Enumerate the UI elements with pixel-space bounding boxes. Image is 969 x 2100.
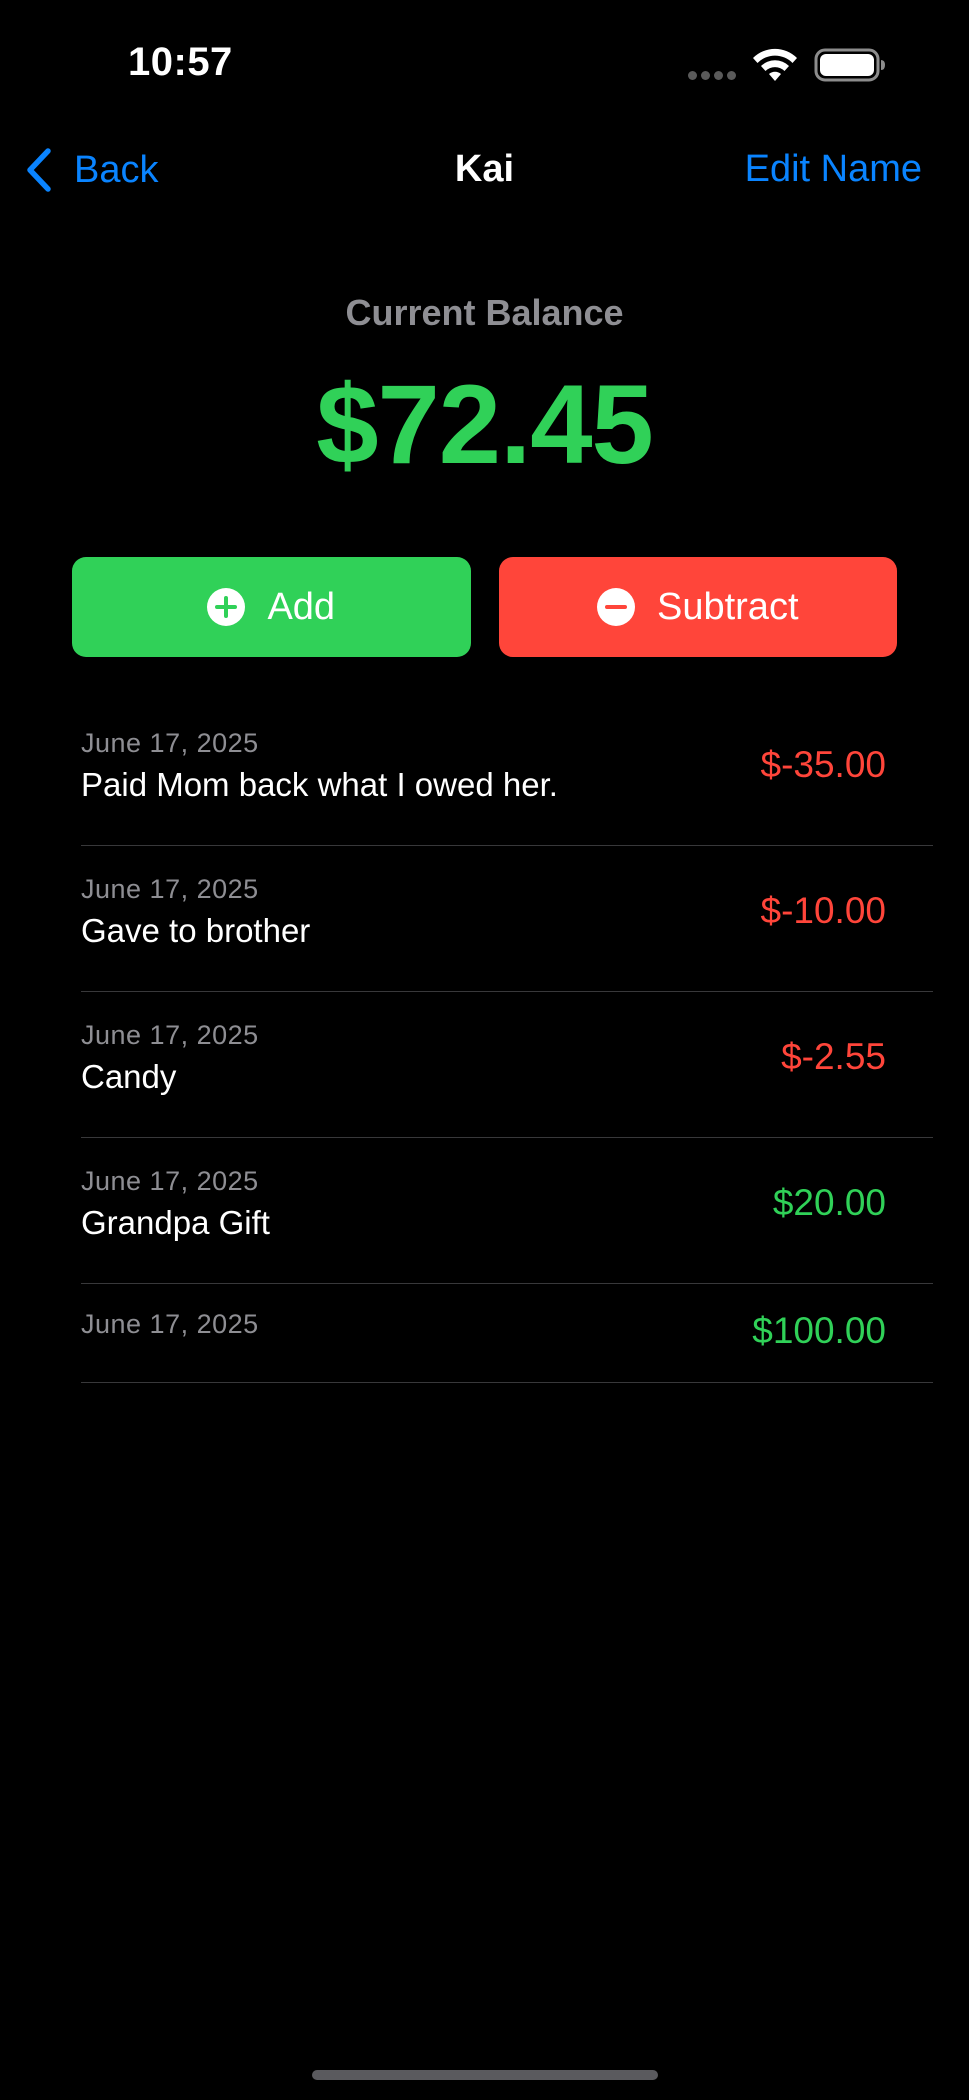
transaction-description: Grandpa Gift <box>81 1204 270 1241</box>
navigation-bar: Back Kai Edit Name <box>0 130 969 210</box>
status-bar: 10:57 <box>0 0 969 120</box>
transaction-date: June 17, 2025 <box>81 874 259 904</box>
minus-circle-icon <box>596 588 635 626</box>
cellular-signal-icon <box>688 71 738 81</box>
transaction-row[interactable]: June 17, 2025 $100.00 <box>81 1284 933 1383</box>
add-label: Add <box>267 585 336 628</box>
transaction-description: Candy <box>81 1058 177 1095</box>
wifi-icon <box>753 48 797 81</box>
battery-icon <box>814 48 885 82</box>
subtract-button[interactable]: Subtract <box>498 557 897 657</box>
transaction-row[interactable]: June 17, 2025 Gave to brother $-10.00 <box>81 846 933 992</box>
transaction-amount: $20.00 <box>772 1182 886 1223</box>
plus-circle-icon <box>207 588 246 626</box>
transaction-amount: $-35.00 <box>760 744 887 785</box>
transaction-row[interactable]: June 17, 2025 Candy $-2.55 <box>81 992 933 1138</box>
subtract-label: Subtract <box>656 585 799 628</box>
transaction-amount: $-10.00 <box>760 890 887 931</box>
action-buttons: Add Subtract <box>72 557 897 657</box>
transaction-list: June 17, 2025 Paid Mom back what I owed … <box>81 700 933 1383</box>
home-indicator[interactable] <box>312 2070 658 2080</box>
balance-label: Current Balance <box>345 292 624 333</box>
balance-amount: $72.45 <box>316 362 654 487</box>
transaction-date: June 17, 2025 <box>81 728 259 758</box>
transaction-row[interactable]: June 17, 2025 Grandpa Gift $20.00 <box>81 1138 933 1284</box>
status-time: 10:57 <box>128 40 233 84</box>
transaction-description: Paid Mom back what I owed her. <box>81 766 558 803</box>
add-button[interactable]: Add <box>72 557 471 657</box>
transaction-date: June 17, 2025 <box>81 1309 259 1339</box>
transaction-date: June 17, 2025 <box>81 1166 259 1196</box>
transaction-row[interactable]: June 17, 2025 Paid Mom back what I owed … <box>81 700 933 846</box>
transaction-amount: $-2.55 <box>781 1036 886 1077</box>
edit-name-button[interactable]: Edit Name <box>745 148 922 191</box>
transaction-amount: $100.00 <box>752 1310 886 1351</box>
transaction-date: June 17, 2025 <box>81 1020 259 1050</box>
transaction-description: Gave to brother <box>81 912 311 949</box>
